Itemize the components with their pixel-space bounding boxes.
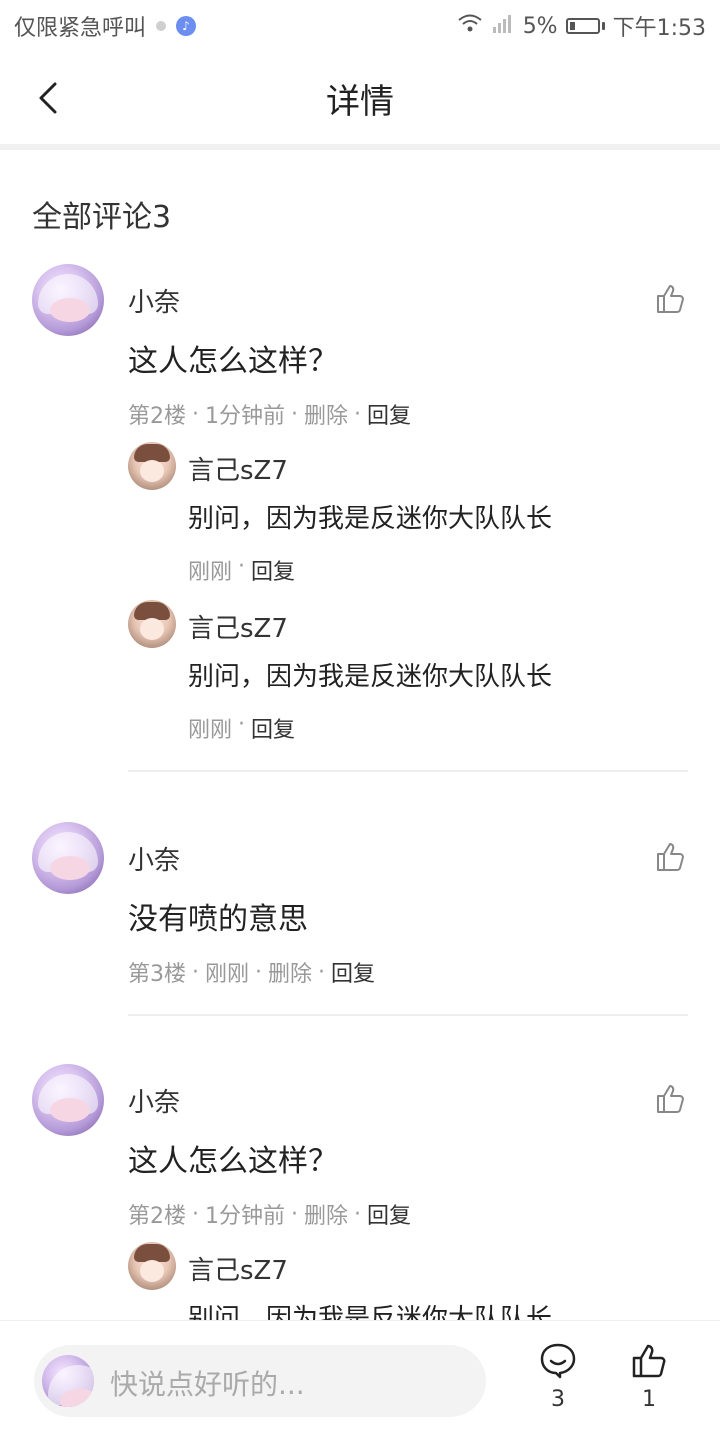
comment-item: 小奈 这人怎么这样？ 第2楼 · 1分钟前 · 删除 · 回复 言己sZ7 别问… <box>32 264 688 743</box>
separator: · <box>192 1201 199 1227</box>
comment-item: 小奈 这人怎么这样？ 第2楼 · 1分钟前 · 删除 · 回复 言己sZ7 别问… <box>32 1064 688 1320</box>
separator: · <box>354 401 362 427</box>
comment-author[interactable]: 小奈 <box>128 1082 180 1119</box>
like-button[interactable] <box>654 840 688 874</box>
reply-link[interactable]: 回复 <box>251 712 295 744</box>
reply-time: 刚刚 <box>188 560 233 585</box>
reply-item: 言己sZ7 别问，因为我是反迷你大队队长 刚刚 · 回复 <box>128 598 688 743</box>
divider <box>128 770 688 772</box>
like-button[interactable] <box>654 282 688 316</box>
separator: · <box>291 1201 298 1227</box>
separator: · <box>192 401 199 427</box>
comment-button[interactable]: 3 <box>523 1341 593 1427</box>
comment-floor: 第2楼 <box>128 1204 186 1229</box>
reply-link[interactable]: 回复 <box>367 398 411 430</box>
separator: · <box>318 959 326 985</box>
comment-input[interactable]: 快说点好听的... <box>34 1345 486 1417</box>
status-bar: 仅限紧急呼叫 ♪ 5% 下午1:53 <box>0 0 720 52</box>
reply-author[interactable]: 言己sZ7 <box>188 608 288 645</box>
comment-floor: 第3楼 <box>128 962 186 987</box>
comment-time: 1分钟前 <box>205 404 285 429</box>
reply-link[interactable]: 回复 <box>251 554 295 586</box>
comments-section-title: 全部评论3 <box>32 200 172 235</box>
comments-content[interactable]: 全部评论3 小奈 这人怎么这样？ 第2楼 · 1分钟前 · 删除 · 回复 言己… <box>0 150 720 1320</box>
page-title: 详情 <box>326 81 394 122</box>
comment-meta: 第3楼 · 刚刚 · 删除 · 回复 <box>128 956 375 988</box>
music-icon: ♪ <box>176 16 197 36</box>
separator: · <box>238 554 246 579</box>
reply-link[interactable]: 回复 <box>367 1198 411 1230</box>
thumbs-up-icon <box>632 1344 666 1378</box>
avatar[interactable] <box>128 442 176 490</box>
reply-link[interactable]: 回复 <box>331 956 375 988</box>
divider <box>128 1014 688 1016</box>
comment-floor: 第2楼 <box>128 404 186 429</box>
carrier-text: 仅限紧急呼叫 <box>14 16 147 41</box>
comment-text: 这人怎么这样？ <box>128 344 338 379</box>
like-count-button[interactable]: 1 <box>614 1341 684 1427</box>
input-placeholder: 快说点好听的... <box>110 1368 305 1401</box>
reply-text: 别问，因为我是反迷你大队队长 <box>188 504 553 534</box>
notification-dot-icon <box>156 21 167 31</box>
like-button[interactable] <box>654 1082 688 1116</box>
delete-link[interactable]: 删除 <box>304 398 348 430</box>
separator: · <box>255 959 263 985</box>
separator: · <box>192 959 199 985</box>
reply-item: 言己sZ7 别问，因为我是反迷你大队队长 刚刚 · 回复 <box>128 440 688 585</box>
reply-item: 言己sZ7 别问，因为我是反迷你大队队长 <box>128 1240 688 1320</box>
separator: · <box>354 1201 362 1227</box>
like-count: 1 <box>642 1387 656 1412</box>
avatar <box>42 1355 94 1407</box>
page-header: 详情 <box>0 52 720 150</box>
battery-percent: 5% <box>522 13 558 39</box>
reply-meta: 刚刚 · 回复 <box>188 554 295 586</box>
reply-text: 别问，因为我是反迷你大队队长 <box>188 662 553 692</box>
delete-link[interactable]: 删除 <box>268 956 312 988</box>
comment-text: 没有喷的意思 <box>128 902 308 937</box>
avatar[interactable] <box>32 822 104 894</box>
reply-meta: 刚刚 · 回复 <box>188 712 295 744</box>
comment-meta: 第2楼 · 1分钟前 · 删除 · 回复 <box>128 1198 411 1230</box>
bottom-bar: 快说点好听的... 3 1 <box>0 1320 720 1441</box>
status-right: 5% 下午1:53 <box>457 10 706 42</box>
comment-count: 3 <box>551 1387 565 1412</box>
comment-meta: 第2楼 · 1分钟前 · 删除 · 回复 <box>128 398 411 430</box>
clock: 下午1:53 <box>612 16 706 41</box>
comment-author[interactable]: 小奈 <box>128 840 180 877</box>
comment-bubble-icon <box>540 1343 576 1379</box>
signal-icon <box>491 13 515 39</box>
thumbs-up-icon <box>657 285 684 313</box>
separator: · <box>238 712 246 737</box>
battery-icon <box>565 18 605 34</box>
comment-time: 1分钟前 <box>205 1204 285 1229</box>
separator: · <box>291 401 298 427</box>
comment-time: 刚刚 <box>205 962 250 987</box>
avatar[interactable] <box>32 1064 104 1136</box>
back-button[interactable] <box>28 78 68 118</box>
thumbs-up-icon <box>657 843 684 871</box>
reply-time: 刚刚 <box>188 718 233 743</box>
avatar[interactable] <box>32 264 104 336</box>
delete-link[interactable]: 删除 <box>304 1198 348 1230</box>
comment-author[interactable]: 小奈 <box>128 282 180 319</box>
comment-text: 这人怎么这样？ <box>128 1144 338 1179</box>
thumbs-up-icon <box>657 1085 684 1113</box>
avatar[interactable] <box>128 1242 176 1290</box>
avatar[interactable] <box>128 600 176 648</box>
reply-text: 别问，因为我是反迷你大队队长 <box>188 1304 553 1320</box>
wifi-icon <box>457 13 483 39</box>
reply-author[interactable]: 言己sZ7 <box>188 1250 288 1287</box>
back-arrow-icon <box>39 82 57 114</box>
comment-item: 小奈 没有喷的意思 第3楼 · 刚刚 · 删除 · 回复 <box>32 822 688 1002</box>
reply-author[interactable]: 言己sZ7 <box>188 450 288 487</box>
status-left: 仅限紧急呼叫 ♪ <box>14 10 197 42</box>
